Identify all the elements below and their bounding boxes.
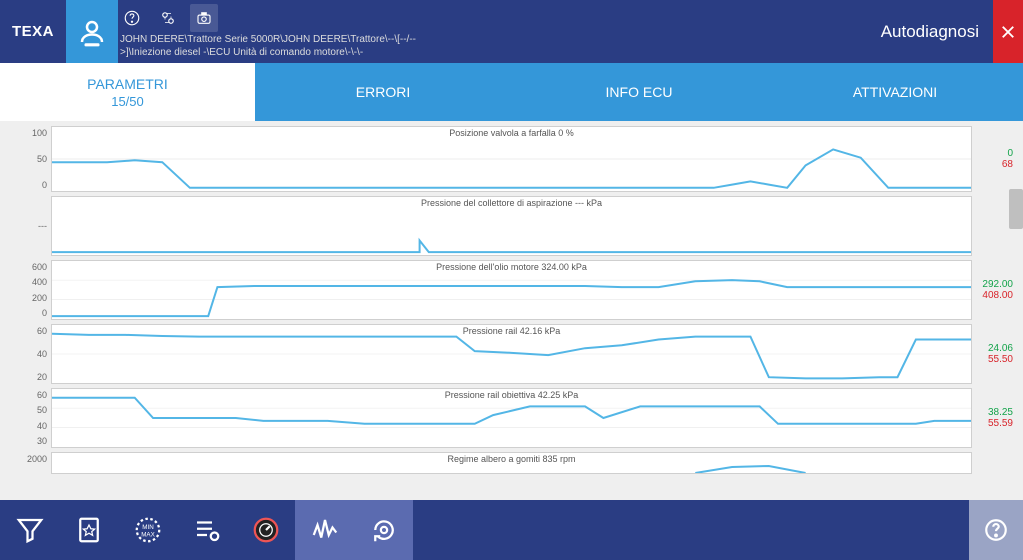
tab-errori[interactable]: ERRORI <box>255 63 511 121</box>
list-gear-icon <box>192 515 222 545</box>
chart-box[interactable]: Posizione valvola a farfalla 0 % <box>51 126 972 192</box>
profile-icon <box>77 17 107 47</box>
chart-title: Pressione rail 42.16 kPa <box>52 326 971 336</box>
chart-row: 2000 Regime albero a gomiti 835 rpm <box>6 452 1017 474</box>
gauge-icon <box>251 515 281 545</box>
help-top-button[interactable] <box>118 4 146 32</box>
tab-label: INFO ECU <box>606 84 673 100</box>
y-axis: 60 40 20 <box>6 324 51 384</box>
refresh-button[interactable] <box>354 500 413 560</box>
refresh-gear-icon <box>369 515 399 545</box>
graph-view-button[interactable] <box>295 500 354 560</box>
top-middle: JOHN DEERE\Trattore Serie 5000R\JOHN DEE… <box>118 0 458 63</box>
close-icon <box>999 23 1017 41</box>
mode-label: Autodiagnosi <box>867 0 993 63</box>
chart-title: Posizione valvola a farfalla 0 % <box>52 128 971 138</box>
tab-parametri[interactable]: PARAMETRI 15/50 <box>0 63 255 121</box>
funnel-icon <box>15 515 45 545</box>
chart-box[interactable]: Pressione del collettore di aspirazione … <box>51 196 972 256</box>
waveform-icon <box>310 515 340 545</box>
chart-title: Regime albero a gomiti 835 rpm <box>52 454 971 464</box>
tab-attivazioni[interactable]: ATTIVAZIONI <box>767 63 1023 121</box>
chart-row: 60 50 40 30 Pressione rail obiettiva 42.… <box>6 388 1017 448</box>
svg-text:MIN: MIN <box>142 524 153 531</box>
tab-label: PARAMETRI <box>87 76 168 92</box>
minmax: 0 68 <box>972 126 1017 192</box>
bottom-toolbar: MINMAX <box>0 500 1023 560</box>
filter-button[interactable] <box>0 500 59 560</box>
tab-sub: 15/50 <box>111 94 144 109</box>
chart-box[interactable]: Pressione rail 42.16 kPa <box>51 324 972 384</box>
minmax-button[interactable]: MINMAX <box>118 500 177 560</box>
y-axis: 60 50 40 30 <box>6 388 51 448</box>
chart-title: Pressione rail obiettiva 42.25 kPa <box>52 390 971 400</box>
profile-button[interactable] <box>66 0 118 63</box>
document-star-icon <box>74 515 104 545</box>
top-bar: TEXA JOHN DEERE\Trattore Serie 5000R\JOH… <box>0 0 1023 63</box>
brand-text: TEXA <box>12 23 54 40</box>
y-axis: 2000 <box>6 452 51 474</box>
tab-label: ATTIVAZIONI <box>853 84 937 100</box>
chart-row: 600 400 200 0 Pressione dell'olio motore… <box>6 260 1017 320</box>
chart-title: Pressione del collettore di aspirazione … <box>52 198 971 208</box>
help-bottom-button[interactable] <box>969 500 1023 560</box>
dashboard-button[interactable] <box>236 500 295 560</box>
list-settings-button[interactable] <box>177 500 236 560</box>
y-axis: --- <box>6 196 51 256</box>
close-button[interactable] <box>993 0 1023 63</box>
help-icon <box>123 9 141 27</box>
chart-box[interactable]: Regime albero a gomiti 835 rpm <box>51 452 972 474</box>
chart-row: 60 40 20 Pressione rail 42.16 kPa 24.06 … <box>6 324 1017 384</box>
y-axis: 100 50 0 <box>6 126 51 192</box>
screenshot-button[interactable] <box>190 4 218 32</box>
tab-label: ERRORI <box>356 84 410 100</box>
chart-title: Pressione dell'olio motore 324.00 kPa <box>52 262 971 272</box>
minmax: 24.06 55.50 <box>972 324 1017 384</box>
brand-logo: TEXA <box>0 0 66 63</box>
chart-row: --- Pressione del collettore di aspirazi… <box>6 196 1017 256</box>
camera-icon <box>195 9 213 27</box>
svg-text:MAX: MAX <box>141 531 155 538</box>
tab-info-ecu[interactable]: INFO ECU <box>511 63 767 121</box>
minmax: 292.00 408.00 <box>972 260 1017 320</box>
minmax-icon: MINMAX <box>133 515 163 545</box>
charts-panel: 100 50 0 Posizione valvola a farfalla 0 … <box>0 121 1023 500</box>
scrollbar-thumb[interactable] <box>1009 189 1023 229</box>
chart-box[interactable]: Pressione dell'olio motore 324.00 kPa <box>51 260 972 320</box>
breadcrumb: JOHN DEERE\Trattore Serie 5000R\JOHN DEE… <box>118 32 458 59</box>
minmax: 38.25 55.59 <box>972 388 1017 448</box>
minmax <box>972 452 1017 474</box>
y-axis: 600 400 200 0 <box>6 260 51 320</box>
settings-top-button[interactable] <box>154 4 182 32</box>
chart-row: 100 50 0 Posizione valvola a farfalla 0 … <box>6 126 1017 192</box>
favorites-button[interactable] <box>59 500 118 560</box>
gear-icon <box>159 9 177 27</box>
chart-box[interactable]: Pressione rail obiettiva 42.25 kPa <box>51 388 972 448</box>
help-icon <box>983 517 1009 543</box>
tab-bar: PARAMETRI 15/50 ERRORI INFO ECU ATTIVAZI… <box>0 63 1023 121</box>
